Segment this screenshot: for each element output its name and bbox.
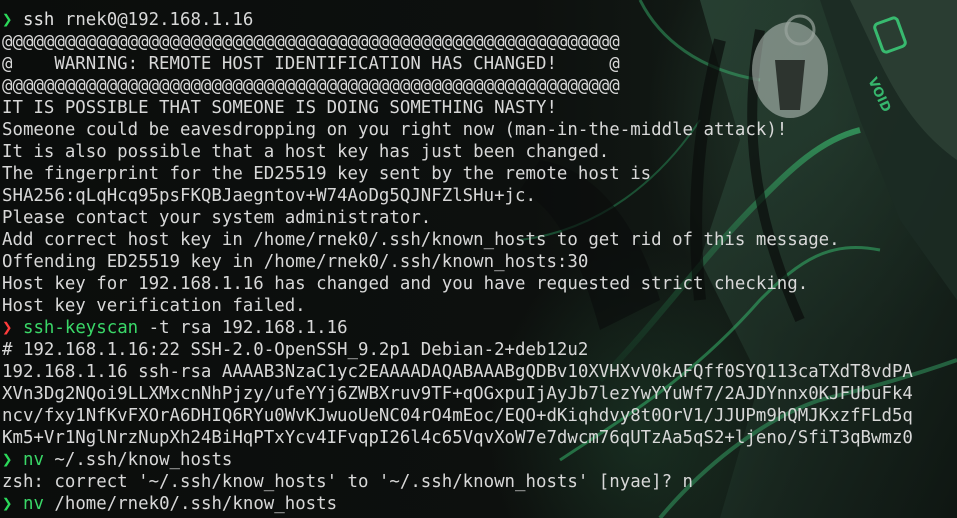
command-name: nv: [22, 450, 44, 470]
output-line: # 192.168.1.16:22 SSH-2.0-OpenSSH_9.2p1 …: [2, 340, 589, 360]
output-line: Host key verification failed.: [2, 296, 306, 316]
command-name: nv: [22, 494, 44, 514]
output-line: Host key for 192.168.1.16 has changed an…: [2, 274, 809, 294]
output-line: ncv/fxy1NfKvFXOrA6DHIQ6RYu0WvKJwuoUeNC04…: [2, 406, 913, 426]
output-line: @@@@@@@@@@@@@@@@@@@@@@@@@@@@@@@@@@@@@@@@…: [2, 76, 620, 96]
output-line: IT IS POSSIBLE THAT SOMEONE IS DOING SOM…: [2, 98, 557, 118]
command-args: /home/rnek0/.ssh/know_hosts: [43, 494, 338, 514]
prompt-indicator: ❯: [2, 494, 13, 514]
command-args: -t rsa 192.168.1.16: [138, 318, 348, 338]
output-line: Offending ED25519 key in /home/rnek0/.ss…: [2, 252, 589, 272]
output-line: @ WARNING: REMOTE HOST IDENTIFICATION HA…: [2, 54, 620, 74]
output-line: Km5+Vr1NglNrzNupXh24BiHqPTxYcv4IFvqpI26l…: [2, 428, 913, 448]
output-line: XVn3Dg2NQoi9LLXMxcnNhPjzy/ufeYYj6ZWBXruv…: [2, 384, 913, 404]
command-args: ~/.ssh/know_hosts: [43, 450, 233, 470]
output-line: 192.168.1.16 ssh-rsa AAAAB3NzaC1yc2EAAAA…: [2, 362, 913, 382]
output-line: Please contact your system administrator…: [2, 208, 432, 228]
prompt-line: ❯ nv /home/rnek0/.ssh/know_hosts: [2, 493, 913, 515]
prompt-indicator: ❯: [2, 10, 13, 30]
output-line: It is also possible that a host key has …: [2, 142, 610, 162]
prompt-line: ❯ ssh rnek0@192.168.1.16: [2, 9, 913, 31]
output-line: Someone could be eavesdropping on you ri…: [2, 120, 788, 140]
command-name: ssh: [22, 10, 55, 30]
prompt-error-indicator: ❯: [2, 318, 13, 338]
command-args: rnek0@192.168.1.16: [54, 10, 254, 30]
output-line: zsh: correct '~/.ssh/know_hosts' to '~/.…: [2, 472, 694, 492]
output-line: SHA256:qLqHcq95psFKQBJaegntov+W74AoDg5QJ…: [2, 186, 536, 206]
terminal-output[interactable]: ❯ ssh rnek0@192.168.1.16 @@@@@@@@@@@@@@@@…: [2, 9, 913, 515]
command-name: ssh-keyscan: [22, 318, 139, 338]
output-line: @@@@@@@@@@@@@@@@@@@@@@@@@@@@@@@@@@@@@@@@…: [2, 32, 620, 52]
prompt-line: ❯ ssh-keyscan -t rsa 192.168.1.16: [2, 317, 913, 339]
output-line: The fingerprint for the ED25519 key sent…: [2, 164, 652, 184]
terminal-window[interactable]: VOID ❯ ssh rnek0@192.168.1.16 @@@@@@@@@@@…: [0, 0, 957, 518]
prompt-indicator: ❯: [2, 450, 13, 470]
prompt-line: ❯ nv ~/.ssh/know_hosts: [2, 449, 913, 471]
output-line: Add correct host key in /home/rnek0/.ssh…: [2, 230, 840, 250]
